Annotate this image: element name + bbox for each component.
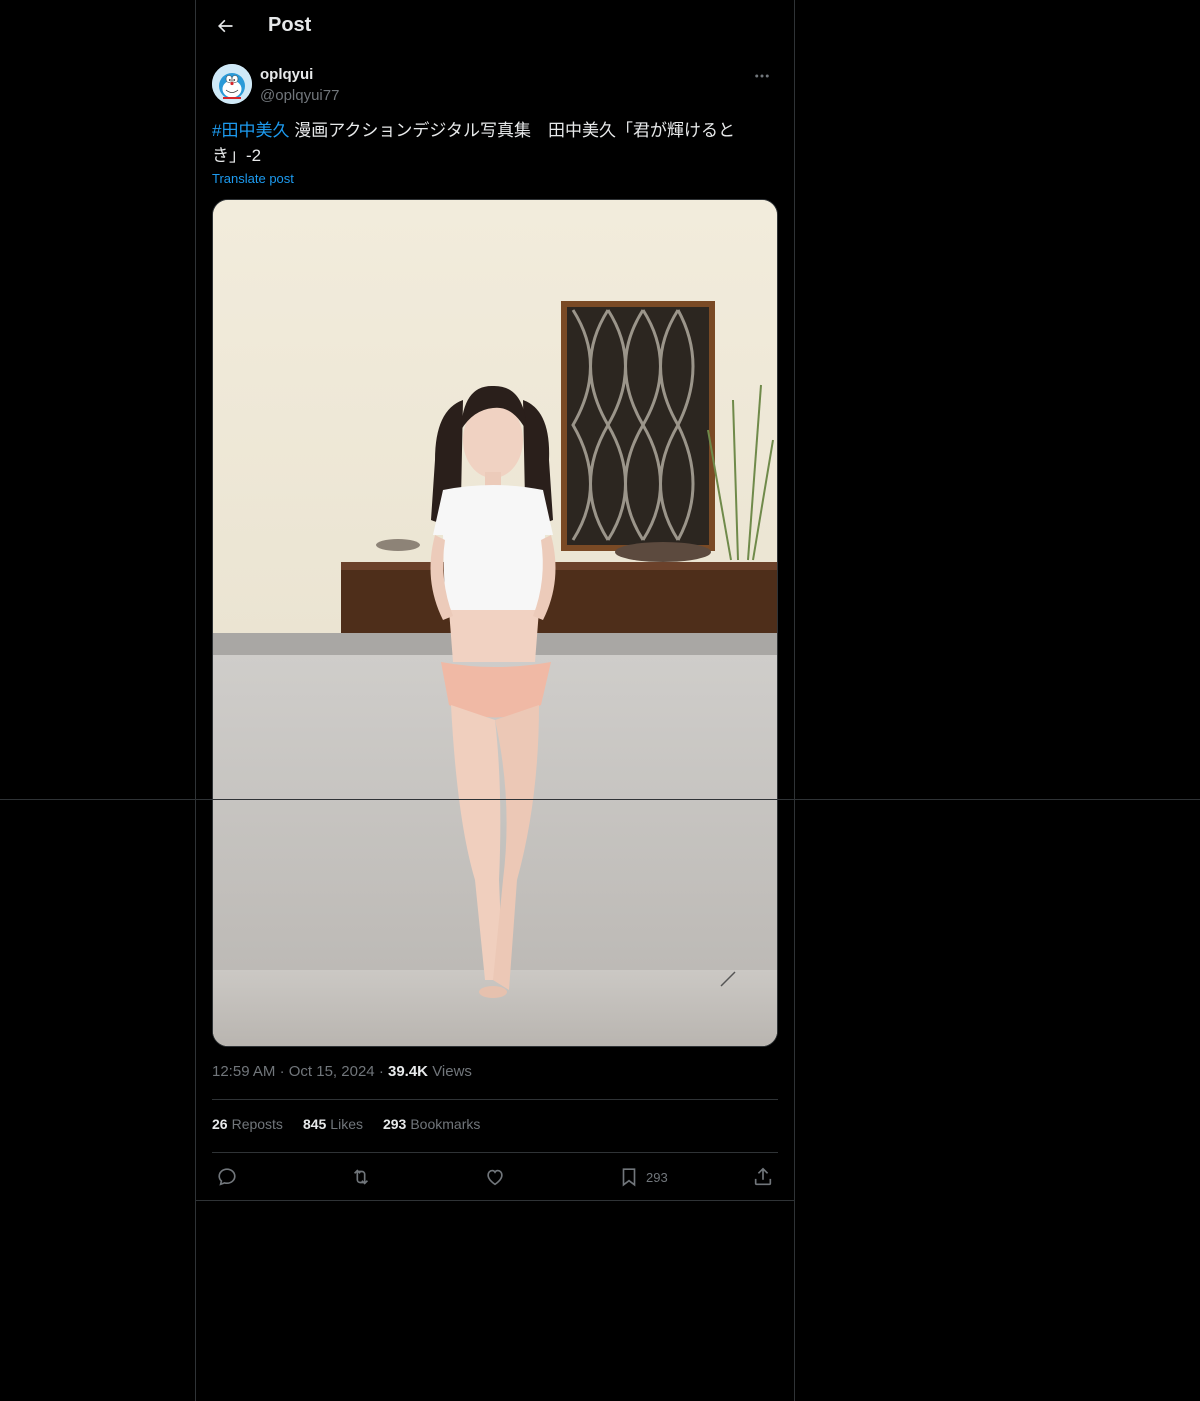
- more-options-button[interactable]: [750, 66, 774, 86]
- divider: [212, 1152, 778, 1153]
- post-actions: 293: [212, 1162, 778, 1192]
- translate-post-link[interactable]: Translate post: [212, 171, 294, 186]
- hashtag-link[interactable]: #田中美久: [212, 121, 289, 140]
- repost-button[interactable]: [350, 1162, 372, 1192]
- bookmarks-label: Bookmarks: [410, 1116, 481, 1132]
- back-button[interactable]: [208, 9, 242, 43]
- post-meta: 12:59 AM · Oct 15, 2024 · 39.4K Views: [212, 1063, 472, 1080]
- avatar[interactable]: [212, 64, 252, 104]
- divider: [212, 1099, 778, 1100]
- heart-icon: [487, 1169, 503, 1186]
- top-bar: Post: [196, 0, 794, 53]
- bookmark-button[interactable]: 293: [618, 1162, 668, 1192]
- reposts-stat[interactable]: 26 Reposts: [212, 1116, 283, 1132]
- post-date[interactable]: Oct 15, 2024: [289, 1063, 375, 1080]
- author-display-name[interactable]: oplqyui: [260, 66, 313, 83]
- post-stats: 26 Reposts 845 Likes 293 Bookmarks: [212, 1116, 480, 1132]
- divider: [196, 1200, 794, 1201]
- photo-image: [213, 200, 777, 1046]
- page-title: Post: [268, 14, 312, 36]
- like-button[interactable]: [484, 1162, 506, 1192]
- bookmarks-stat[interactable]: 293 Bookmarks: [383, 1116, 480, 1132]
- share-button[interactable]: [752, 1162, 774, 1192]
- doraemon-avatar-icon: [212, 64, 252, 104]
- meta-separator: ·: [279, 1063, 285, 1080]
- post-body: 漫画アクションデジタル写真集 田中美久「君が輝けるとき」-2: [212, 121, 736, 165]
- author-handle[interactable]: @oplqyui77: [260, 87, 339, 104]
- reposts-label: Reposts: [231, 1116, 283, 1132]
- likes-count: 845: [302, 1116, 327, 1132]
- post-author: oplqyui @oplqyui77: [212, 64, 778, 108]
- share-icon: [754, 1167, 772, 1186]
- likes-stat[interactable]: 845 Likes: [303, 1116, 363, 1132]
- bookmarks-count: 293: [382, 1116, 407, 1132]
- meta-separator: ·: [378, 1063, 384, 1080]
- reply-icon: [218, 1168, 236, 1186]
- reply-button[interactable]: [216, 1162, 238, 1192]
- reposts-count: 26: [212, 1116, 228, 1132]
- post-text: #田中美久 漫画アクションデジタル写真集 田中美久「君が輝けるとき」-2: [212, 118, 752, 168]
- arrow-left-icon: [218, 19, 233, 33]
- repost-icon: [353, 1169, 369, 1185]
- post-photo[interactable]: [212, 199, 778, 1047]
- post-time[interactable]: 12:59 AM: [212, 1063, 275, 1080]
- horizontal-divider-line: [0, 799, 1200, 800]
- bookmark-icon: [622, 1168, 636, 1187]
- views-count: 39.4K: [387, 1063, 429, 1080]
- likes-label: Likes: [330, 1116, 363, 1132]
- views-label: Views: [432, 1063, 472, 1080]
- bookmark-count: 293: [646, 1169, 668, 1185]
- more-horizontal-icon: [755, 74, 769, 78]
- main-column: Post oplqyui @oplqyui77 #田中美久 漫画アクションデジタ…: [195, 0, 795, 1401]
